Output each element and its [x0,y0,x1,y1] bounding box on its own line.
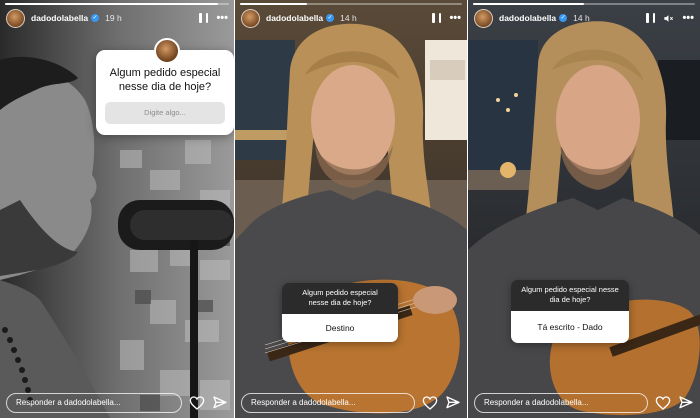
send-icon[interactable] [212,395,228,411]
story-panel-1[interactable]: dadodolabella ✓ 19 h ••• Algum pedido es… [0,0,234,418]
story-panel-3[interactable]: dadodolabella ✓ 14 h ••• Algum pedido es… [468,0,700,418]
stories-collage: dadodolabella ✓ 19 h ••• Algum pedido es… [0,0,700,418]
story-progress-fill-1 [5,3,218,5]
story-photo-2 [235,0,467,418]
send-icon[interactable] [445,395,461,411]
more-icon[interactable]: ••• [682,8,694,28]
story-footer-2: Responder a dadodolabella... [241,393,461,413]
avatar[interactable] [474,8,493,28]
answer-sticker-answer: Destino [282,314,398,342]
story-footer-3: Responder a dadodolabella... [474,393,694,413]
reply-input[interactable]: Responder a dadodolabella... [241,393,415,413]
story-header-1: dadodolabella ✓ 19 h ••• [6,8,228,28]
pause-icon[interactable] [432,13,442,23]
pause-icon[interactable] [199,13,209,23]
verified-badge-icon: ✓ [91,14,100,22]
answer-sticker-answer: Tá escrito - Dado [511,311,629,343]
reply-input[interactable]: Responder a dadodolabella... [474,393,648,413]
question-sticker-input[interactable]: Digite algo... [105,102,225,124]
story-footer-1: Responder a dadodolabella... [6,393,228,413]
question-sticker-avatar [154,38,180,64]
story-photo-3 [468,0,700,418]
verified-badge-icon: ✓ [559,14,568,22]
avatar[interactable] [241,8,260,28]
story-time: 19 h [105,13,122,23]
answer-sticker-question: Algum pedido especial nesse dia de hoje? [511,280,629,311]
story-progress-2 [240,3,462,5]
story-progress-fill-2 [240,3,307,5]
story-time: 14 h [340,13,357,23]
heart-icon[interactable] [422,395,438,411]
avatar[interactable] [6,8,25,28]
reply-input[interactable]: Responder a dadodolabella... [6,393,182,413]
pause-icon[interactable] [646,13,656,23]
story-progress-1 [5,3,229,5]
story-progress-3 [473,3,695,5]
send-icon[interactable] [678,395,694,411]
question-sticker-title: Algum pedido especial nesse dia de hoje? [109,67,221,93]
story-header-2: dadodolabella ✓ 14 h ••• [241,8,461,28]
more-icon[interactable]: ••• [449,8,461,28]
username[interactable]: dadodolabella [499,13,556,23]
answer-sticker: Algum pedido especial nesse dia de hoje?… [511,280,629,343]
answer-sticker: Algum pedido especial nesse dia de hoje?… [282,283,398,342]
username[interactable]: dadodolabella [266,13,323,23]
story-time: 14 h [573,13,590,23]
story-header-3: dadodolabella ✓ 14 h ••• [474,8,694,28]
more-icon[interactable]: ••• [216,8,228,28]
verified-badge-icon: ✓ [326,14,335,22]
username[interactable]: dadodolabella [31,13,88,23]
heart-icon[interactable] [189,395,205,411]
story-progress-fill-3 [473,3,584,5]
answer-sticker-question: Algum pedido especial nesse dia de hoje? [282,283,398,314]
heart-icon[interactable] [655,395,671,411]
speaker-muted-icon[interactable] [663,13,674,24]
story-panel-2[interactable]: dadodolabella ✓ 14 h ••• Algum pedido es… [235,0,467,418]
